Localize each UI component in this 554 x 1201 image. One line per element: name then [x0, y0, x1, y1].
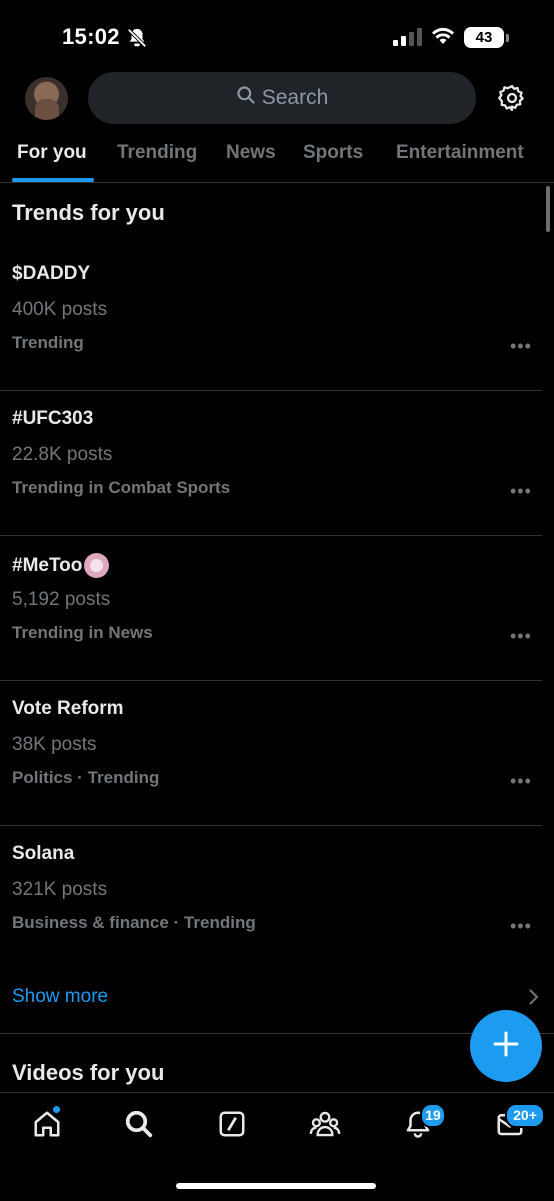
more-icon[interactable]: ••• — [510, 917, 532, 935]
tab-entertainment[interactable]: Entertainment — [396, 142, 524, 164]
messages-badge: 20+ — [505, 1103, 545, 1128]
plus-icon — [493, 1031, 519, 1062]
home-indicator[interactable] — [176, 1183, 376, 1189]
trend-name-row: #MeToo — [12, 553, 110, 578]
battery-cap — [506, 34, 509, 42]
tab-for-you[interactable]: For you — [17, 142, 87, 164]
battery-level: 43 — [464, 27, 504, 48]
tab-sports[interactable]: Sports — [303, 142, 363, 164]
trend-name: Vote Reform — [12, 698, 124, 719]
trend-context: Politics · Trending — [12, 768, 160, 787]
explore-tabs: For you Trending News Sports Entertainme… — [0, 132, 554, 183]
search-placeholder: Search — [261, 86, 329, 109]
more-icon[interactable]: ••• — [510, 772, 532, 790]
trend-post-count: 400K posts — [12, 299, 108, 320]
search-icon[interactable] — [124, 1109, 154, 1144]
home-icon[interactable] — [32, 1109, 62, 1144]
videos-section-title: Videos for you — [12, 1060, 165, 1085]
more-icon[interactable]: ••• — [510, 627, 532, 645]
status-time: 15:02 — [62, 24, 120, 49]
trend-name: Solana — [12, 843, 75, 864]
trends-section-title: Trends for you — [12, 200, 165, 225]
more-icon[interactable]: ••• — [510, 337, 532, 355]
trend-post-count: 38K posts — [12, 734, 97, 755]
trend-item[interactable]: #MeToo 5,192 posts Trending in News ••• — [0, 535, 542, 681]
tab-trending[interactable]: Trending — [117, 142, 197, 164]
communities-icon[interactable] — [309, 1109, 341, 1144]
tab-news[interactable]: News — [226, 142, 276, 164]
trend-item[interactable]: $DADDY 400K posts Trending ••• — [0, 245, 542, 391]
trend-item[interactable]: Solana 321K posts Business & finance · T… — [0, 825, 542, 970]
home-unread-dot — [53, 1106, 60, 1113]
trend-post-count: 5,192 posts — [12, 589, 111, 610]
bell-off-icon — [126, 27, 148, 54]
search-input[interactable]: Search — [88, 72, 476, 124]
grok-icon[interactable] — [217, 1109, 247, 1144]
trend-item[interactable]: Vote Reform 38K posts Politics · Trendin… — [0, 680, 542, 826]
trend-context: Business & finance · Trending — [12, 913, 256, 932]
trend-name: #UFC303 — [12, 408, 94, 429]
trend-name: $DADDY — [12, 263, 91, 284]
trend-name: #MeToo — [12, 554, 83, 576]
chevron-right-icon — [527, 988, 539, 1011]
metoo-hashflag-icon — [84, 553, 110, 578]
status-bar: 15:02 43 — [0, 0, 554, 70]
signal-icon — [393, 28, 423, 51]
scrollbar[interactable] — [546, 186, 550, 232]
show-more-link[interactable]: Show more — [12, 986, 108, 1008]
trend-context: Trending — [12, 333, 84, 352]
avatar[interactable] — [25, 77, 68, 120]
active-tab-indicator — [12, 178, 94, 182]
notifications-badge: 19 — [420, 1103, 446, 1128]
trend-context: Trending in News — [12, 623, 153, 642]
trend-context: Trending in Combat Sports — [12, 478, 231, 497]
wifi-icon — [431, 26, 455, 51]
more-icon[interactable]: ••• — [510, 482, 532, 500]
compose-button[interactable] — [470, 1010, 542, 1082]
trend-post-count: 321K posts — [12, 879, 108, 900]
trend-post-count: 22.8K posts — [12, 444, 113, 465]
trend-item[interactable]: #UFC303 22.8K posts Trending in Combat S… — [0, 390, 542, 536]
search-icon — [236, 85, 262, 111]
gear-icon[interactable] — [497, 83, 527, 118]
